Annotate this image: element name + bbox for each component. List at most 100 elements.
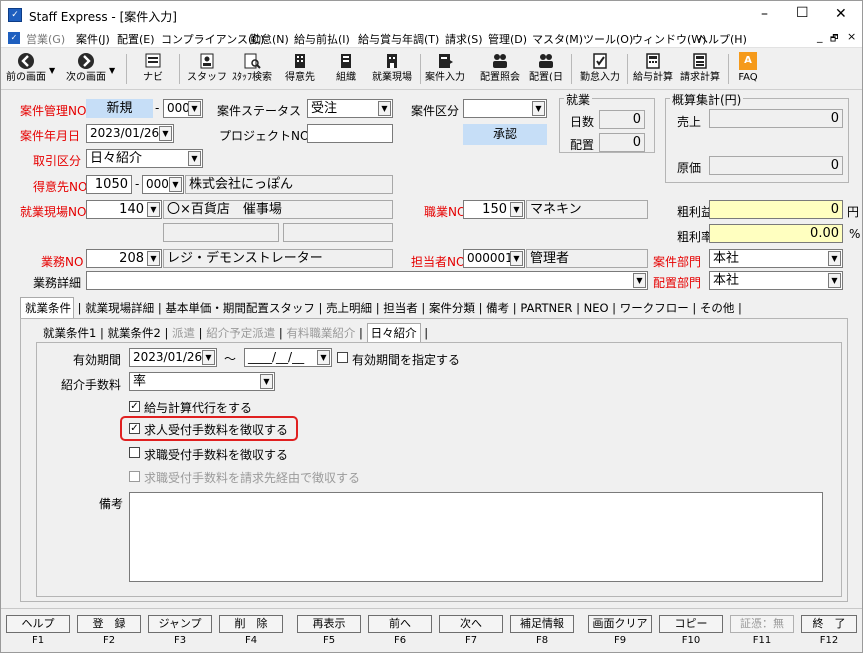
tab-employment-conditions[interactable]: 就業条件: [20, 297, 74, 318]
customer-no-field[interactable]: 1050: [86, 175, 132, 194]
remarks-textarea[interactable]: [129, 492, 823, 582]
chevron-down-icon[interactable]: ▼: [828, 251, 841, 266]
menu-item-help[interactable]: ヘルプ(H): [697, 31, 747, 47]
subtab-paid-placement[interactable]: 有料職業紹介: [286, 326, 355, 340]
menu-item-eigyo[interactable]: 営業(G): [26, 31, 65, 47]
case-category-select[interactable]: ▼: [463, 99, 547, 118]
evidence-button[interactable]: 証憑：無: [730, 615, 794, 633]
tab-other[interactable]: その他: [700, 301, 735, 315]
subtab-employment-2[interactable]: 就業条件2: [108, 326, 161, 340]
dept-select[interactable]: 本社 ▼: [709, 249, 843, 268]
job-seeker-fee-via-billing-checkbox[interactable]: [129, 471, 140, 482]
staff-button[interactable]: スタッフ: [186, 50, 228, 88]
case-no-field[interactable]: 新規: [86, 99, 153, 118]
chevron-down-icon[interactable]: ▼: [317, 350, 330, 365]
staff-search-button[interactable]: ｽﾀｯﾌ検索: [229, 50, 275, 88]
chevron-down-icon[interactable]: ▼: [532, 101, 545, 116]
minimize-button[interactable]: –: [761, 6, 768, 22]
business-no-field[interactable]: 208 ▼: [86, 249, 162, 268]
menu-item-master[interactable]: マスタ(M): [532, 31, 583, 47]
trade-select[interactable]: 日々紹介 ▼: [86, 149, 203, 168]
payroll-proxy-checkbox[interactable]: ✓: [129, 401, 140, 412]
staff-no-field[interactable]: 000001 ▼: [463, 249, 525, 268]
tab-workflow[interactable]: ワークフロー: [620, 301, 689, 315]
worksite-button[interactable]: 就業現場: [369, 50, 415, 88]
assign-dept-select[interactable]: 本社 ▼: [709, 271, 843, 290]
chevron-down-icon[interactable]: ▼: [147, 251, 160, 266]
navi-button[interactable]: ナビ: [133, 50, 173, 88]
mdi-restore-button[interactable]: 🗗: [830, 31, 838, 47]
faq-button[interactable]: A FAQ: [733, 50, 763, 88]
valid-from-picker[interactable]: 2023/01/26 ▼: [129, 348, 217, 367]
menu-item-kanri[interactable]: 管理(D): [488, 31, 527, 47]
attendance-entry-button[interactable]: 勤怠入力: [576, 50, 624, 88]
tab-case-classification[interactable]: 案件分類: [429, 301, 475, 315]
subtab-daily-placement[interactable]: 日々紹介: [366, 323, 421, 342]
specify-period-checkbox[interactable]: [337, 352, 348, 363]
billing-calc-button[interactable]: 請求計算: [677, 50, 723, 88]
chevron-down-icon[interactable]: ▼: [169, 177, 182, 192]
approve-button[interactable]: 承認: [463, 124, 547, 145]
tab-partner[interactable]: PARTNER: [520, 301, 572, 315]
tab-neo[interactable]: NEO: [584, 301, 609, 315]
valid-to-picker[interactable]: ____/__/__ ▼: [244, 348, 332, 367]
menu-item-compliance[interactable]: コンプライアンス(C): [161, 31, 264, 47]
copy-button[interactable]: コピー: [659, 615, 723, 633]
mdi-close-button[interactable]: ×: [847, 30, 856, 43]
chevron-down-icon[interactable]: ▼: [202, 350, 215, 365]
tab-worksite-detail[interactable]: 就業現場詳細: [85, 301, 154, 315]
menu-item-anken[interactable]: 案件(J): [76, 31, 110, 47]
worksite-no-field[interactable]: 140 ▼: [86, 200, 162, 219]
subtab-temp-to-hire[interactable]: 紹介予定派遣: [206, 326, 275, 340]
subtab-employment-1[interactable]: 就業条件1: [43, 326, 96, 340]
exit-button[interactable]: 終 了: [801, 615, 857, 633]
organization-button[interactable]: 組織: [326, 50, 366, 88]
tab-remarks[interactable]: 備考: [486, 301, 509, 315]
tab-staff[interactable]: 担当者: [383, 301, 418, 315]
forward-button[interactable]: 次の画面: [63, 50, 109, 88]
help-button[interactable]: ヘルプ: [6, 615, 70, 633]
menu-item-advance-pay[interactable]: 給与前払(I): [294, 31, 350, 47]
chevron-down-icon[interactable]: ▼: [378, 101, 391, 116]
menu-item-haichi[interactable]: 配置(E): [117, 31, 155, 47]
job-offer-fee-checkbox[interactable]: ✓: [129, 423, 140, 434]
back-dropdown-icon[interactable]: ▼: [49, 66, 55, 75]
menu-item-payroll[interactable]: 給与賞与年調(T): [358, 31, 439, 47]
case-entry-button[interactable]: 案件入力: [423, 50, 467, 88]
job-seeker-fee-checkbox[interactable]: [129, 447, 140, 458]
occupation-no-field[interactable]: 150 ▼: [463, 200, 525, 219]
menu-item-seikyu[interactable]: 請求(S): [445, 31, 483, 47]
chevron-down-icon[interactable]: ▼: [147, 202, 160, 217]
supplementary-info-button[interactable]: 補足情報: [510, 615, 574, 633]
chevron-down-icon[interactable]: ▼: [159, 126, 172, 141]
menu-item-kintai[interactable]: 勤怠(N): [250, 31, 289, 47]
chevron-down-icon[interactable]: ▼: [188, 101, 201, 116]
forward-dropdown-icon[interactable]: ▼: [109, 66, 115, 75]
delete-button[interactable]: 削 除: [219, 615, 283, 633]
fee-select[interactable]: 率 ▼: [129, 372, 275, 391]
redisplay-button[interactable]: 再表示: [297, 615, 361, 633]
mdi-minimize-button[interactable]: _: [817, 30, 823, 43]
close-button[interactable]: ✕: [835, 6, 847, 22]
case-date-picker[interactable]: 2023/01/26 ▼: [86, 124, 174, 143]
chevron-down-icon[interactable]: ▼: [188, 151, 201, 166]
project-no-field[interactable]: [307, 124, 393, 143]
tab-sales-detail[interactable]: 売上明細: [326, 301, 372, 315]
chevron-down-icon[interactable]: ▼: [828, 273, 841, 288]
subtab-dispatch[interactable]: 派遣: [172, 326, 195, 340]
customer-branch-select[interactable]: 000 ▼: [142, 175, 184, 194]
chevron-down-icon[interactable]: ▼: [510, 202, 523, 217]
menu-item-window[interactable]: ウィンドウ(W): [632, 31, 706, 47]
chevron-down-icon[interactable]: ▼: [260, 374, 273, 389]
tab-basic-rate[interactable]: 基本単価・期間配置スタッフ: [165, 301, 315, 315]
menu-item-tool[interactable]: ツール(O): [583, 31, 633, 47]
placement-inquiry-button[interactable]: 配置照会: [475, 50, 525, 88]
customer-button[interactable]: 得意先: [280, 50, 320, 88]
jump-button[interactable]: ジャンプ: [148, 615, 212, 633]
next-button[interactable]: 次へ: [439, 615, 503, 633]
payroll-calc-button[interactable]: 給与計算: [631, 50, 675, 88]
case-status-select[interactable]: 受注 ▼: [307, 99, 393, 118]
previous-button[interactable]: 前へ: [368, 615, 432, 633]
placement-daily-button[interactable]: 配置(日: [526, 50, 566, 88]
business-detail-select[interactable]: ▼: [86, 271, 648, 290]
